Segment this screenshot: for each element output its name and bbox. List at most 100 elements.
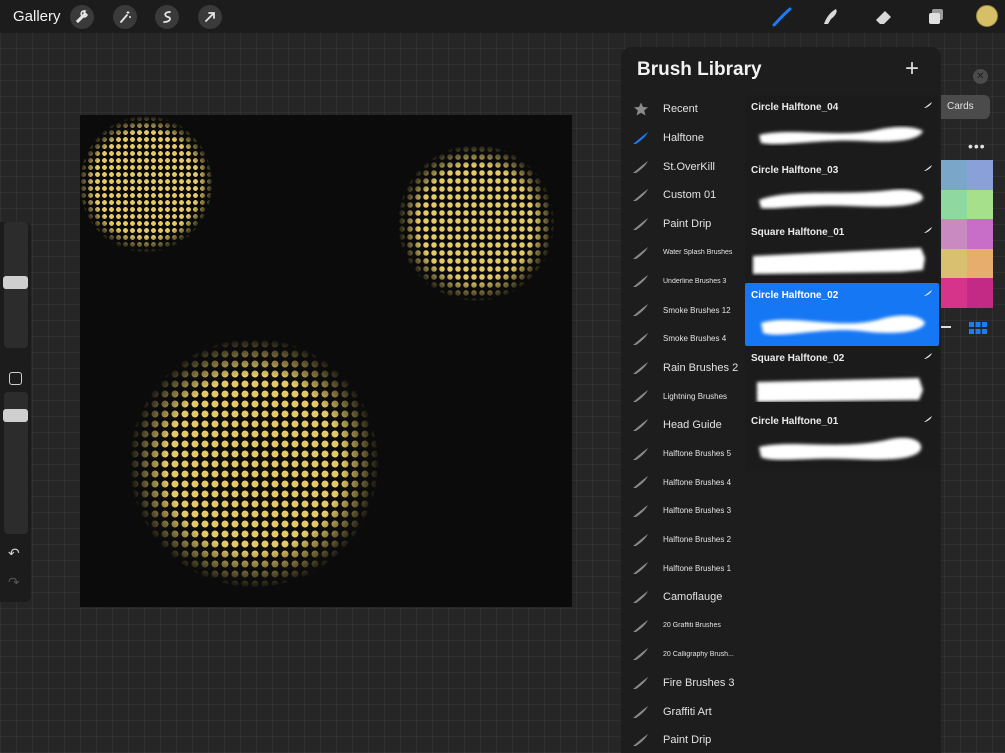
- brush-feather-icon: [924, 164, 932, 171]
- palette-row: [941, 248, 993, 279]
- brush-name: Square Halftone_01: [751, 227, 845, 239]
- brush-set-item[interactable]: Halftone Brushes 1: [621, 554, 745, 583]
- brush-set-item[interactable]: Fire Brushes 3: [621, 669, 745, 698]
- brush-size-thumb[interactable]: [3, 276, 28, 289]
- brush-stroke-icon: [633, 447, 648, 460]
- add-brush-button[interactable]: +: [905, 57, 919, 81]
- brush-set-label: St.OverKill: [663, 160, 715, 173]
- color-palette: [941, 160, 993, 308]
- brush-feather-icon: [924, 352, 932, 359]
- brush-stroke-icon: [633, 275, 648, 288]
- more-options-icon[interactable]: •••: [968, 138, 986, 154]
- eraser-icon[interactable]: [872, 5, 896, 29]
- brush-feather-icon: [924, 290, 932, 297]
- brush-set-item[interactable]: St.OverKill: [621, 152, 745, 181]
- brush-set-item[interactable]: 20 Calligraphy Brush...: [621, 640, 745, 669]
- brush-stroke-icon: [633, 619, 648, 632]
- brush-stroke-preview: [759, 189, 923, 209]
- brush-name: Circle Halftone_03: [751, 164, 839, 176]
- brush-stroke-icon: [633, 476, 648, 489]
- palette-color-swatch[interactable]: [941, 278, 967, 308]
- palette-color-swatch[interactable]: [967, 160, 993, 190]
- brush-set-label: Rain Brushes 2: [663, 361, 739, 374]
- brush-set-label: 20 Calligraphy Brush...: [663, 650, 734, 658]
- brush-set-item[interactable]: Halftone Brushes 3: [621, 497, 745, 526]
- modify-button[interactable]: [9, 372, 22, 385]
- selection-icon[interactable]: [155, 5, 179, 29]
- brush-stroke-icon: [633, 648, 648, 661]
- brush-stroke-icon: [633, 591, 648, 604]
- brush-set-item[interactable]: Halftone Brushes 5: [621, 439, 745, 468]
- brush-set-label: Halftone Brushes 1: [663, 563, 732, 573]
- brush-item[interactable]: Square Halftone_02: [745, 346, 939, 409]
- gallery-button[interactable]: Gallery: [13, 8, 61, 25]
- brush-set-item[interactable]: Lightning Brushes: [621, 382, 745, 411]
- redo-icon[interactable]: ↷: [8, 574, 20, 591]
- brush-set-item[interactable]: Underline Brushes 3: [621, 267, 745, 296]
- panel-title: Brush Library: [637, 59, 762, 80]
- wrench-icon[interactable]: [70, 5, 94, 29]
- undo-icon[interactable]: ↶: [8, 545, 20, 562]
- star-icon: [634, 102, 648, 116]
- brush-set-item[interactable]: Water Splash Brushes: [621, 238, 745, 267]
- brush-item[interactable]: Circle Halftone_03: [745, 158, 939, 221]
- brush-set-item[interactable]: Halftone: [621, 124, 745, 153]
- brush-stroke-icon: [633, 533, 648, 546]
- layers-icon[interactable]: [924, 5, 948, 29]
- brush-name: Square Halftone_02: [751, 352, 845, 364]
- palette-color-swatch[interactable]: [941, 189, 967, 220]
- brush-icon[interactable]: [770, 5, 794, 29]
- brush-set-item[interactable]: Custom 01: [621, 181, 745, 210]
- brush-name: Circle Halftone_01: [751, 415, 839, 427]
- halftone-circle-top-right: [398, 145, 554, 301]
- brush-item[interactable]: Square Halftone_01: [745, 220, 939, 283]
- brush-item[interactable]: Circle Halftone_04: [745, 95, 939, 158]
- grid-view-icon[interactable]: [969, 322, 987, 334]
- palette-row: [941, 189, 993, 220]
- brush-set-item[interactable]: Smoke Brushes 4: [621, 325, 745, 354]
- palette-color-swatch[interactable]: [967, 189, 993, 220]
- palette-color-swatch[interactable]: [967, 219, 993, 249]
- brush-set-item[interactable]: Graffiti Art: [621, 697, 745, 726]
- brush-set-label: Halftone Brushes 3: [663, 506, 732, 516]
- brush-item[interactable]: Circle Halftone_02: [745, 283, 939, 346]
- brush-set-label: Custom 01: [663, 189, 717, 202]
- close-icon[interactable]: ✕: [973, 69, 988, 84]
- brush-set-item[interactable]: Paint Drip: [621, 210, 745, 239]
- smudge-icon[interactable]: [819, 5, 843, 29]
- brush-set-item[interactable]: Paint Drip: [621, 726, 745, 753]
- palette-color-swatch[interactable]: [967, 248, 993, 279]
- magic-wand-icon[interactable]: [113, 5, 137, 29]
- palette-color-swatch[interactable]: [967, 278, 993, 308]
- brush-set-item[interactable]: Rain Brushes 2: [621, 353, 745, 382]
- brush-stroke-preview: [753, 248, 925, 275]
- color-picker-swatch[interactable]: [976, 5, 998, 27]
- opacity-thumb[interactable]: [3, 409, 28, 422]
- brush-set-item[interactable]: Halftone Brushes 2: [621, 525, 745, 554]
- brush-stroke-icon: [633, 361, 648, 374]
- brush-feather-icon: [924, 102, 932, 108]
- drawing-canvas[interactable]: [80, 115, 572, 607]
- brush-set-item[interactable]: Halftone Brushes 4: [621, 468, 745, 497]
- palette-row: [941, 160, 993, 190]
- brush-set-label: Fire Brushes 3: [663, 677, 735, 690]
- cards-tab[interactable]: Cards: [941, 95, 990, 119]
- brush-set-item[interactable]: 20 Graffiti Brushes: [621, 611, 745, 640]
- brush-item[interactable]: Circle Halftone_01: [745, 409, 939, 472]
- brush-feather-icon: [924, 227, 932, 234]
- brush-set-item[interactable]: Smoke Brushes 12: [621, 296, 745, 325]
- palette-color-swatch[interactable]: [941, 219, 967, 249]
- palette-row: [941, 278, 993, 308]
- transform-arrow-icon[interactable]: [198, 5, 222, 29]
- brush-set-item[interactable]: Recent: [621, 95, 745, 124]
- brush-name: Circle Halftone_02: [751, 290, 839, 302]
- brush-stroke-icon: [633, 390, 648, 403]
- brush-set-item[interactable]: Head Guide: [621, 411, 745, 440]
- brush-set-label: Paint Drip: [663, 734, 712, 747]
- brush-set-item[interactable]: Camoflauge: [621, 583, 745, 612]
- brush-set-label: Head Guide: [663, 418, 722, 431]
- brush-stroke-icon: [633, 218, 648, 231]
- brush-set-label: Halftone: [663, 132, 704, 145]
- palette-color-swatch[interactable]: [941, 160, 967, 190]
- palette-color-swatch[interactable]: [941, 248, 967, 279]
